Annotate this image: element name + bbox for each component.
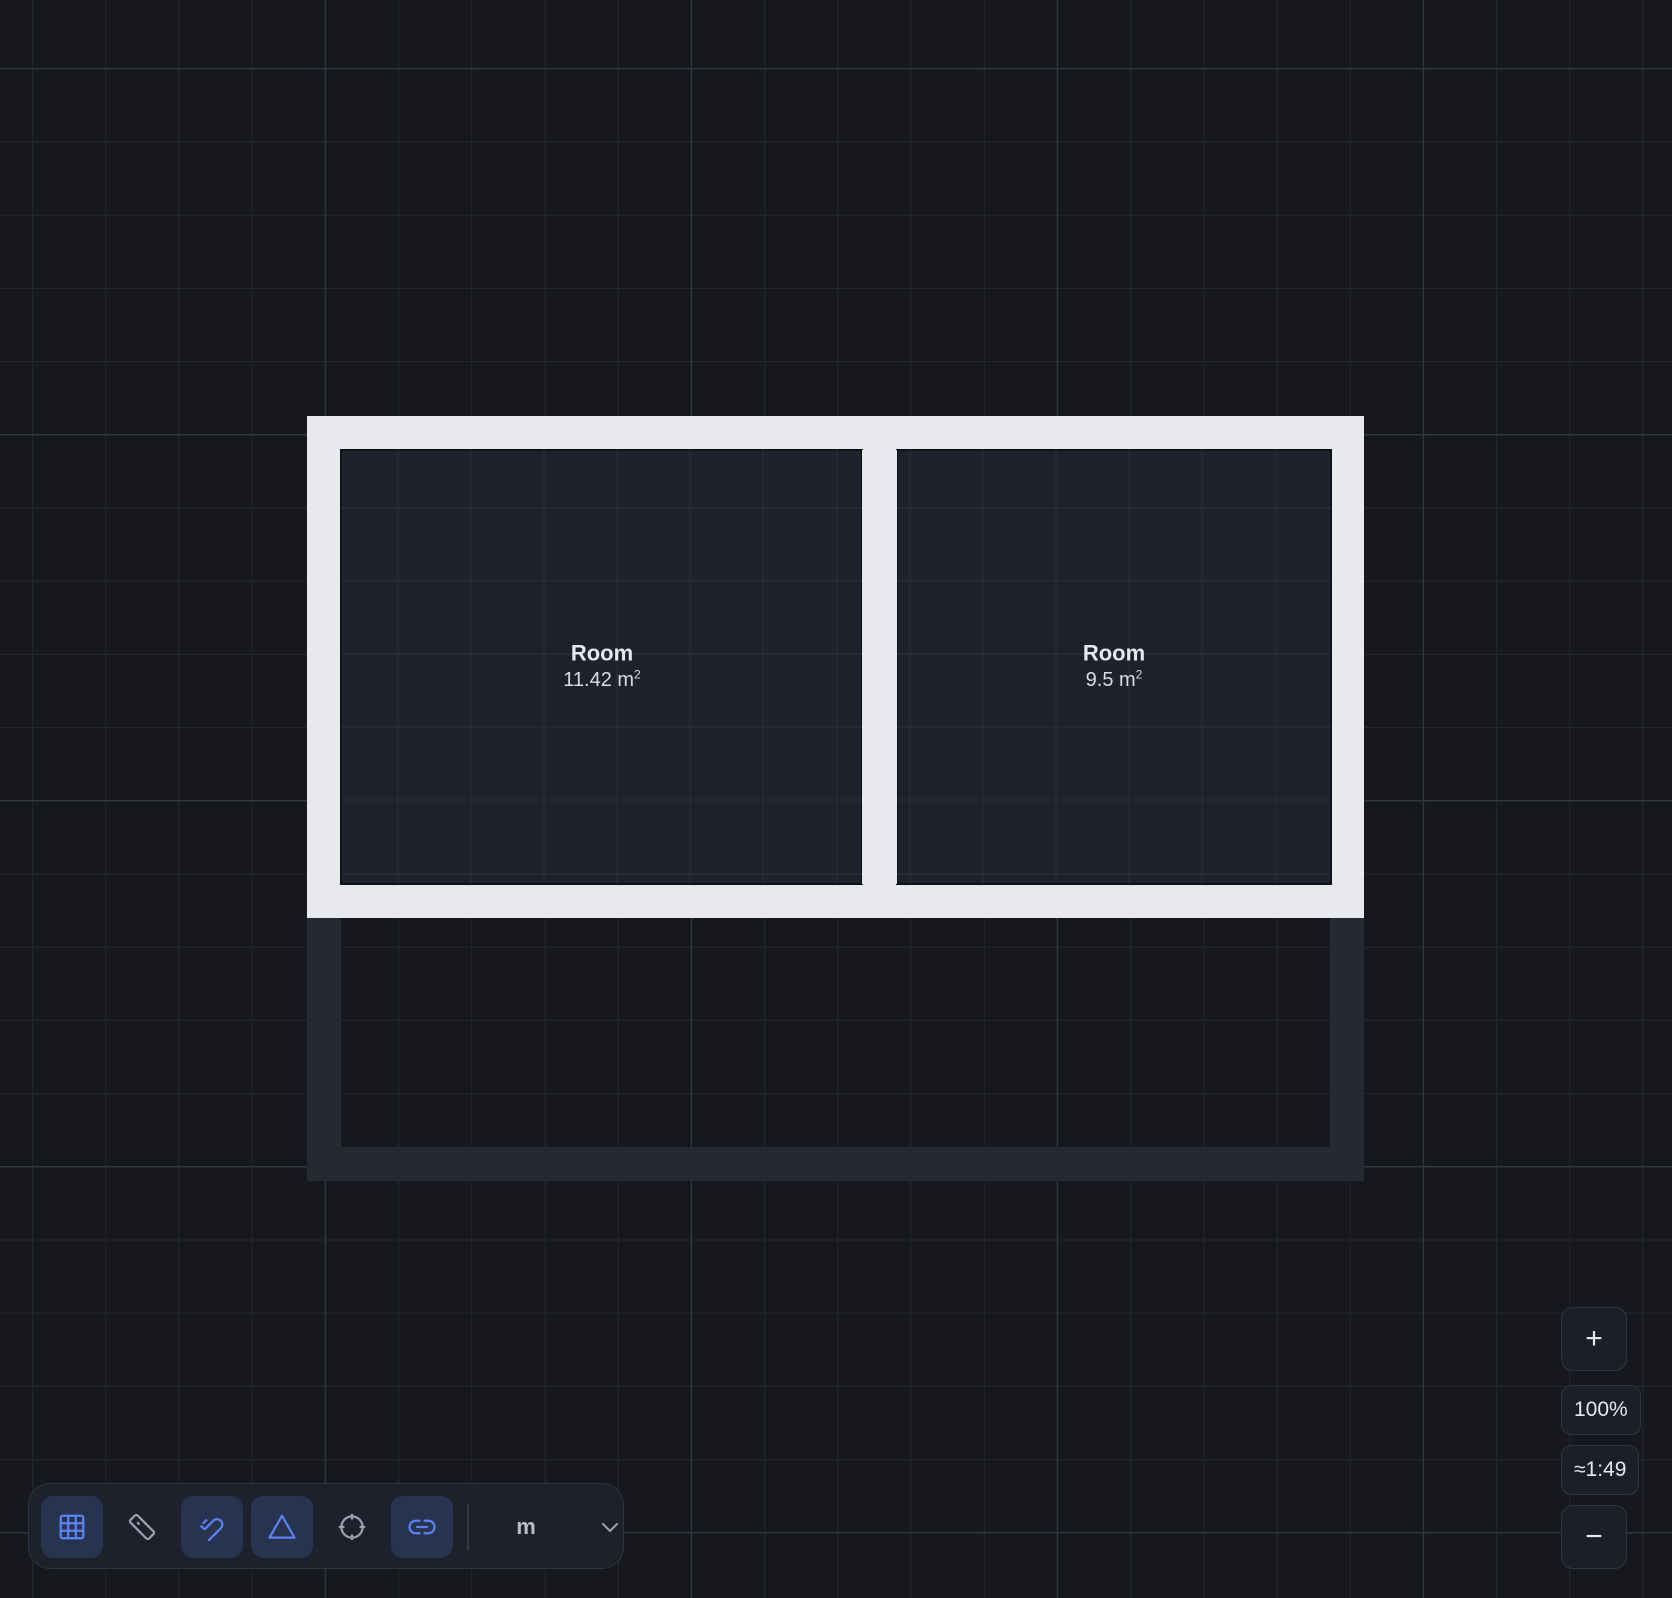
link-button[interactable] [391,1496,453,1558]
crosshair-icon [338,1513,366,1541]
grid-toggle-button[interactable] [41,1496,103,1558]
zoom-level: 100% [1561,1385,1641,1435]
wall-preview-ghost [307,918,1364,1181]
canvas[interactable] [0,0,1672,1598]
chevron-down-icon [602,1523,618,1532]
room-name: Room [570,640,634,666]
link-icon [408,1519,436,1535]
toolbar-divider [467,1504,469,1550]
center-view-button[interactable] [321,1496,383,1558]
magnet-icon [199,1518,224,1542]
unit-dropdown-button[interactable] [579,1496,641,1558]
partition-wall[interactable] [862,450,897,884]
room-area: 9.5 m2 [1085,666,1143,691]
room-2-label: Room 9.5 m2 [1083,639,1145,692]
unit-button[interactable]: m [495,1496,557,1558]
scale-ratio: ≈1:49 [1561,1445,1640,1495]
snap-magnet-button[interactable] [181,1496,243,1558]
zoom-in-button[interactable]: + [1561,1307,1627,1371]
grid-icon [59,1514,85,1540]
measure-button[interactable] [111,1496,173,1558]
zoom-out-button[interactable]: − [1561,1505,1627,1569]
room-area: 11.42 m2 [563,666,641,691]
triangle-icon [268,1514,296,1539]
angle-snap-button[interactable] [251,1496,313,1558]
bottom-toolbar: m [28,1483,624,1569]
room-name: Room [1082,640,1146,666]
room-1-label: Room 11.42 m2 [563,639,640,692]
ruler-icon [128,1513,156,1541]
